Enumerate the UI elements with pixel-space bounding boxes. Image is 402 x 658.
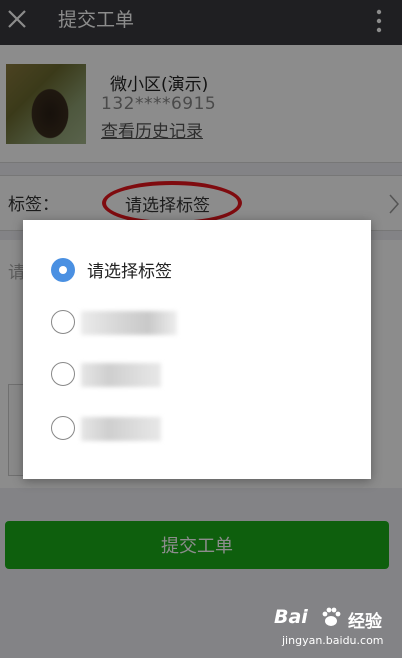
radio-unselected-icon[interactable]: [51, 416, 75, 440]
option-item[interactable]: [23, 402, 371, 454]
blurred-option-label: [81, 311, 177, 335]
paw-icon: [322, 607, 341, 626]
watermark-brand: Bai: [274, 606, 308, 628]
option-item[interactable]: 请选择标签: [23, 244, 371, 296]
watermark-suffix: 经验: [348, 612, 382, 632]
option-item[interactable]: [23, 296, 371, 348]
watermark-url: jingyan.baidu.com: [282, 634, 384, 647]
tag-picker-dialog: 请选择标签: [23, 220, 371, 479]
blurred-option-label: [81, 417, 161, 441]
blurred-option-label: [81, 363, 161, 387]
baidu-watermark: Bai 经验 jingyan.baidu.com: [268, 604, 398, 654]
radio-unselected-icon[interactable]: [51, 310, 75, 334]
option-item[interactable]: [23, 348, 371, 400]
option-label: 请选择标签: [87, 262, 172, 282]
radio-unselected-icon[interactable]: [51, 362, 75, 386]
radio-selected-icon[interactable]: [51, 258, 75, 282]
